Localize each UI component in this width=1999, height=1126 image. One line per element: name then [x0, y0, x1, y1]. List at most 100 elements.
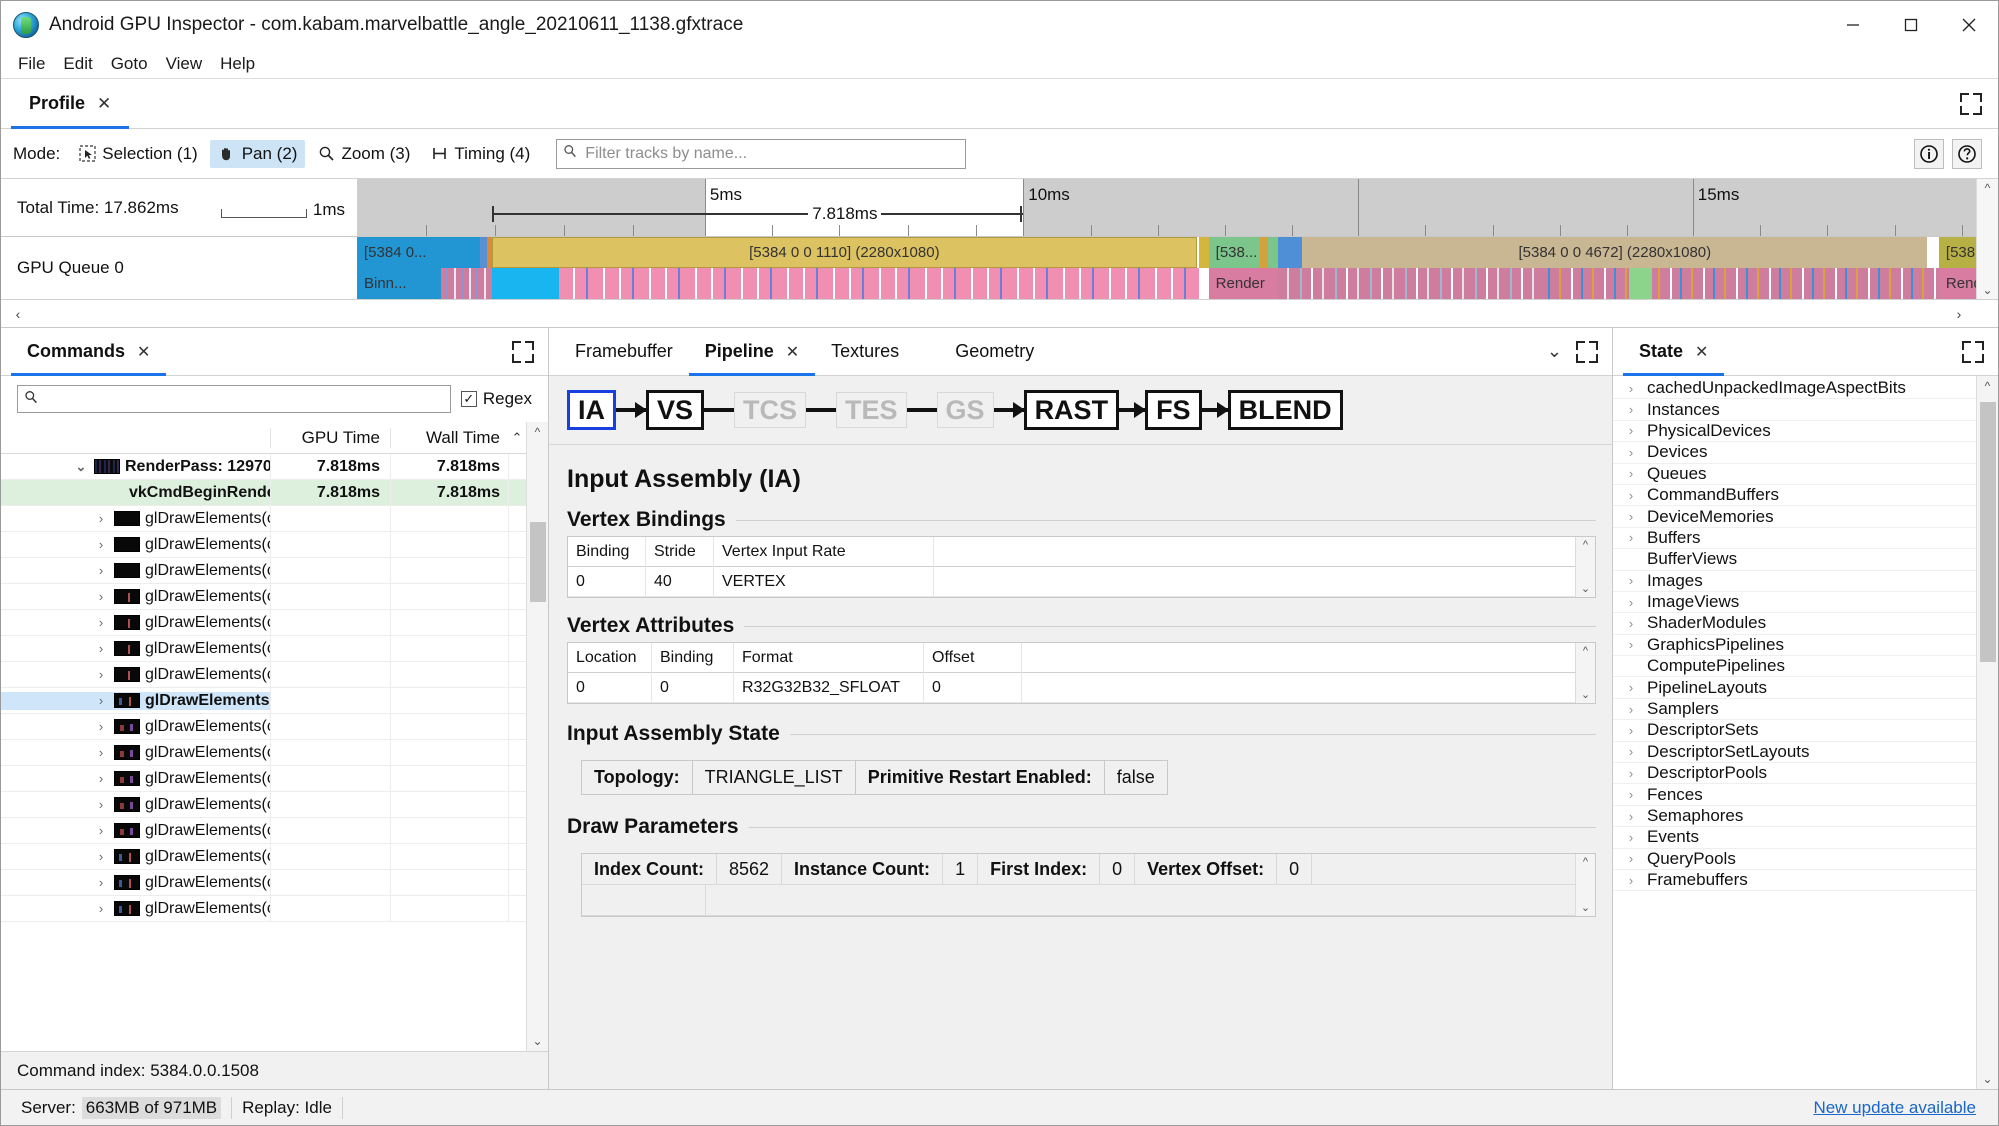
twisty-icon[interactable]: ›	[1625, 445, 1637, 460]
state-item-descriptorpools[interactable]: › DescriptorPools	[1613, 763, 1976, 785]
timeline-subsegment[interactable]: Binn...	[357, 268, 441, 299]
timeline-subsegment[interactable]: Render	[1208, 268, 1278, 299]
state-item-framebuffers[interactable]: › Framebuffers	[1613, 870, 1976, 892]
scrollbar-thumb[interactable]	[1980, 402, 1996, 662]
table-row[interactable]: 0 0 R32G32B32_SFLOAT 0	[568, 672, 1575, 704]
twisty-icon[interactable]: ›	[93, 849, 109, 864]
pipeline-stage-blend[interactable]: BLEND	[1227, 390, 1343, 431]
twisty-icon[interactable]: ›	[1625, 402, 1637, 417]
table-row[interactable]: vkCmdBeginRenderP 7.818ms 7.818ms	[1, 480, 526, 506]
scroll-up-icon[interactable]: ^	[1583, 856, 1588, 868]
table-row[interactable]: › glDrawElements(con	[1, 896, 526, 922]
regex-toggle[interactable]: ✓ Regex	[460, 389, 532, 409]
close-icon[interactable]: ✕	[1695, 342, 1708, 362]
scroll-left-icon[interactable]: ‹	[1, 301, 35, 327]
tab-pipeline[interactable]: Pipeline ✕	[688, 328, 816, 376]
mode-zoom-button[interactable]: Zoom (3)	[309, 140, 418, 168]
twisty-icon[interactable]: ›	[1625, 509, 1637, 524]
tab-framebuffer[interactable]: Framebuffer	[559, 328, 689, 375]
twisty-icon[interactable]: ›	[93, 901, 109, 916]
state-item-physicaldevices[interactable]: › PhysicalDevices	[1613, 421, 1976, 443]
twisty-icon[interactable]: ›	[1625, 873, 1637, 888]
sort-ascending-icon[interactable]: ⌃	[508, 430, 526, 446]
twisty-icon[interactable]: ›	[93, 875, 109, 890]
scroll-up-icon[interactable]: ^	[1985, 379, 1991, 393]
timeline-horizontal-scrollbar[interactable]: ‹ ›	[1, 299, 1998, 327]
close-icon[interactable]: ✕	[786, 342, 799, 362]
table-row[interactable]: › glDrawElements(con	[1, 766, 526, 792]
menu-goto[interactable]: Goto	[102, 52, 157, 76]
table-row[interactable]: › glDrawElements(con	[1, 714, 526, 740]
info-icon[interactable]	[1914, 138, 1944, 169]
table-row[interactable]: › glDrawElements(con	[1, 532, 526, 558]
scroll-down-icon[interactable]: ⌄	[1982, 1072, 1992, 1086]
pipeline-stage-ia[interactable]: IA	[567, 390, 616, 431]
table-row[interactable]: › glDrawElements(con	[1, 818, 526, 844]
table-row[interactable]: › glDrawElements(con	[1, 584, 526, 610]
mode-selection-button[interactable]: Selection (1)	[70, 140, 205, 168]
pipeline-stage-tes[interactable]: TES	[836, 392, 907, 429]
vertex-attributes-scrollbar[interactable]: ^ ⌄	[1575, 643, 1595, 704]
table-row[interactable]: 1 1 R32G32B32_SFLOAT 0	[651, 702, 1022, 704]
pipeline-stage-fs[interactable]: FS	[1145, 390, 1202, 431]
scroll-down-icon[interactable]: ⌄	[1982, 283, 1992, 297]
table-row[interactable]: › glDrawElements(con	[1, 636, 526, 662]
twisty-icon[interactable]: ›	[1625, 573, 1637, 588]
table-row[interactable]: › glDrawElements(con	[1, 844, 526, 870]
commands-vertical-scrollbar[interactable]: ^ ⌄	[526, 422, 548, 1051]
tab-geometry[interactable]: Geometry	[915, 328, 1050, 375]
twisty-icon[interactable]: ›	[1625, 637, 1637, 652]
expand-icon[interactable]	[1576, 340, 1598, 363]
close-icon[interactable]	[1940, 1, 1998, 49]
close-icon[interactable]: ✕	[137, 342, 150, 362]
state-item-events[interactable]: › Events	[1613, 827, 1976, 849]
track-segments[interactable]: [5384 0... [5384 0 0 1110] (2280x1080) […	[357, 237, 1998, 299]
twisty-icon[interactable]: ›	[1625, 466, 1637, 481]
state-item-samplers[interactable]: › Samplers	[1613, 699, 1976, 721]
scroll-down-icon[interactable]: ⌄	[1581, 901, 1590, 914]
table-row[interactable]: › glDrawElements(con	[1, 688, 526, 714]
state-item-shadermodules[interactable]: › ShaderModules	[1613, 613, 1976, 635]
state-item-imageviews[interactable]: › ImageViews	[1613, 592, 1976, 614]
pipeline-stage-tcs[interactable]: TCS	[734, 392, 807, 429]
twisty-icon[interactable]: ›	[1625, 744, 1637, 759]
twisty-icon[interactable]: ›	[1625, 851, 1637, 866]
expand-profile-button[interactable]	[1960, 79, 1998, 128]
state-item-computepipelines[interactable]: ComputePipelines	[1613, 656, 1976, 678]
state-item-images[interactable]: › Images	[1613, 571, 1976, 592]
table-row[interactable]: › glDrawElements(con	[1, 506, 526, 532]
twisty-icon[interactable]: ⌄	[73, 459, 89, 475]
twisty-icon[interactable]: ›	[1625, 381, 1637, 396]
expand-icon[interactable]	[1962, 340, 1984, 363]
tab-profile[interactable]: Profile ✕	[11, 79, 130, 129]
timeline-ruler-right[interactable]: 5ms 10ms 15ms 7.818ms	[357, 179, 1998, 237]
commands-search-field[interactable]	[17, 385, 451, 413]
timeline-vertical-scrollbar[interactable]: ^ ⌄	[1976, 179, 1998, 299]
twisty-icon[interactable]: ›	[1625, 616, 1637, 631]
twisty-icon[interactable]: ›	[93, 719, 109, 734]
table-row[interactable]: › glDrawElements(con	[1, 870, 526, 896]
table-row[interactable]: › glDrawElements(con	[1, 662, 526, 688]
twisty-icon[interactable]: ›	[93, 615, 109, 630]
state-item-semaphores[interactable]: › Semaphores	[1613, 806, 1976, 828]
state-item-pipelinelayouts[interactable]: › PipelineLayouts	[1613, 677, 1976, 699]
twisty-icon[interactable]: ›	[1625, 680, 1637, 695]
state-item-commandbuffers[interactable]: › CommandBuffers	[1613, 485, 1976, 507]
twisty-icon[interactable]: ›	[93, 511, 109, 526]
twisty-icon[interactable]: ›	[1625, 530, 1637, 545]
scroll-down-icon[interactable]: ⌄	[1581, 582, 1590, 595]
twisty-icon[interactable]: ›	[93, 693, 109, 708]
state-item-descriptorsetlayouts[interactable]: › DescriptorSetLayouts	[1613, 742, 1976, 764]
scroll-down-icon[interactable]: ⌄	[1581, 688, 1590, 701]
twisty-icon[interactable]: ›	[93, 745, 109, 760]
menu-help[interactable]: Help	[211, 52, 264, 76]
close-icon[interactable]: ✕	[97, 94, 111, 114]
help-icon[interactable]	[1952, 138, 1982, 169]
maximize-icon[interactable]	[1882, 1, 1940, 49]
table-row[interactable]: › glDrawElements(con	[1, 558, 526, 584]
timeline-segment[interactable]: [5384 0 0 1110] (2280x1080)	[491, 237, 1198, 268]
commands-search-input[interactable]	[44, 389, 444, 409]
pipeline-stage-vs[interactable]: VS	[646, 390, 705, 431]
state-item-fences[interactable]: › Fences	[1613, 784, 1976, 806]
state-item-devicememories[interactable]: › DeviceMemories	[1613, 506, 1976, 528]
